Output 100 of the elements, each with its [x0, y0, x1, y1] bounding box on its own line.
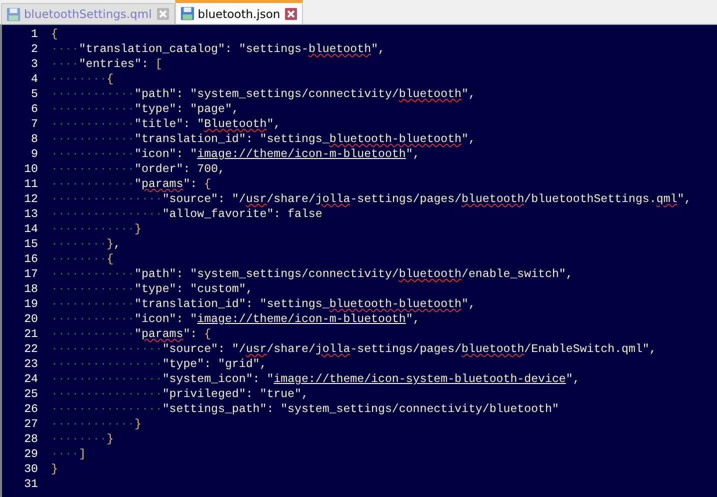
whitespace-dots: ············	[51, 222, 134, 237]
line-number: 20	[23, 312, 38, 327]
line-number: 8	[30, 132, 38, 147]
code-text: ,	[114, 237, 121, 252]
file-tab[interactable]: bluetooth.json	[174, 0, 304, 24]
whitespace-dots: ················	[51, 357, 162, 372]
whitespace-dots: ············	[51, 147, 134, 162]
whitespace-dots: ················	[51, 387, 162, 402]
code-text: ",	[371, 42, 385, 57]
code-text: ",	[266, 117, 281, 132]
whitespace-dots: ················	[51, 372, 162, 387]
line-number: 3	[30, 57, 38, 72]
code-text: /bluetoothSettings.	[524, 192, 656, 207]
code-text: /enable_switch",	[462, 267, 573, 282]
code-text: "type": "page",	[134, 102, 239, 117]
code-text: "icon": "	[134, 312, 198, 327]
line-number: 21	[23, 327, 38, 342]
whitespace-dots: ····	[51, 447, 79, 462]
code-text: "system_icon": "	[162, 372, 274, 387]
whitespace-dots: ········	[51, 432, 107, 447]
bracket: }	[134, 417, 142, 432]
code-text: ",	[677, 192, 692, 207]
misspelled-word: jolla	[315, 192, 350, 207]
line-number: 1	[30, 27, 38, 42]
code-text: "source": "/	[162, 192, 246, 207]
whitespace-dots: ············	[51, 297, 134, 312]
misspelled-word: Bluetooth	[204, 117, 267, 132]
bracket: }	[106, 432, 114, 447]
code-text: "path": "system_settings/connectivity/	[134, 267, 399, 282]
misspelled-word: qml	[656, 192, 678, 207]
line-number: 28	[23, 432, 38, 447]
whitespace-dots: ············	[51, 102, 134, 117]
code-text: ":	[183, 327, 198, 342]
whitespace-dots: ····	[51, 42, 79, 57]
code-text: /share/	[266, 192, 316, 207]
code-text: "allow_favorite": false	[162, 207, 322, 222]
line-number: 26	[23, 402, 38, 417]
code-text: "type": "grid",	[162, 357, 267, 372]
whitespace-dots: ············	[51, 312, 134, 327]
code-text: "source": "/	[162, 342, 246, 357]
line-number: 11	[23, 177, 38, 192]
misspelled-word: jolla	[315, 342, 350, 357]
code-text: ":	[183, 177, 198, 192]
misspelled-word: params	[141, 327, 184, 342]
link[interactable]: image://theme/icon-m-bluetooth	[197, 312, 406, 327]
code-text: ",	[462, 132, 476, 147]
code-text: -settings/pages/	[350, 192, 462, 207]
link[interactable]: image://theme/icon-m-bluetooth	[197, 147, 406, 162]
misspelled-word: bluetooth	[462, 192, 524, 207]
code-text: -settings/pages/	[350, 342, 462, 357]
bracket: ]	[78, 447, 86, 462]
close-icon[interactable]	[285, 8, 298, 20]
whitespace-dots: ················	[51, 342, 162, 357]
whitespace-dots: ············	[51, 327, 134, 342]
bracket: {	[106, 252, 114, 267]
code-text: "path": "system_settings/connectivity/	[134, 87, 399, 102]
code-text: ",	[406, 312, 420, 327]
code-text: ",	[566, 372, 580, 387]
bracket: {	[51, 27, 58, 42]
whitespace-dots: ············	[51, 132, 134, 147]
line-number: 31	[23, 477, 38, 492]
whitespace-dots: ············	[51, 87, 134, 102]
whitespace-dots: ············	[51, 282, 134, 297]
bracket: }	[106, 237, 114, 252]
bracket: {	[204, 327, 212, 342]
line-number: 10	[23, 162, 38, 177]
line-number: 17	[23, 267, 38, 282]
code-text: /share/	[266, 342, 316, 357]
code-text: "type": "custom",	[134, 282, 253, 297]
line-number: 5	[30, 87, 38, 102]
code-text: "	[134, 177, 142, 192]
bracket: }	[51, 462, 58, 477]
line-number: 12	[23, 192, 38, 207]
whitespace-dots: ············	[51, 267, 134, 282]
code-text: "title": "	[134, 117, 204, 132]
misspelled-word: params	[141, 177, 184, 192]
code-text: "translation_catalog": "settings-	[78, 42, 308, 57]
line-number: 14	[23, 222, 38, 237]
line-number: 24	[23, 372, 38, 387]
code-text: ",	[462, 297, 476, 312]
whitespace-dots: ············	[51, 417, 134, 432]
code-text: "entries":	[78, 57, 150, 72]
line-number: 4	[30, 72, 38, 87]
bracket: {	[106, 72, 114, 87]
misspelled-word: usr	[246, 192, 267, 207]
link[interactable]: image://theme/icon-system-bluetooth-device	[274, 372, 566, 387]
misspelled-word: bluetooth	[462, 342, 524, 357]
code-text: ",	[462, 87, 476, 102]
whitespace-dots: ············	[51, 117, 134, 132]
line-number: 15	[23, 237, 38, 252]
misspelled-word: bluetooth	[398, 267, 462, 282]
bracket: }	[134, 222, 142, 237]
line-number: 16	[23, 252, 38, 267]
misspelled-word: bluetooth	[398, 87, 462, 102]
whitespace-dots: ················	[51, 207, 162, 222]
misspelled-word: bluetooth	[308, 42, 372, 57]
line-number: 30	[23, 462, 38, 477]
whitespace-dots: ············	[51, 177, 134, 192]
bracket: {	[204, 177, 212, 192]
code-text: "translation_id": "settings_	[134, 297, 330, 312]
